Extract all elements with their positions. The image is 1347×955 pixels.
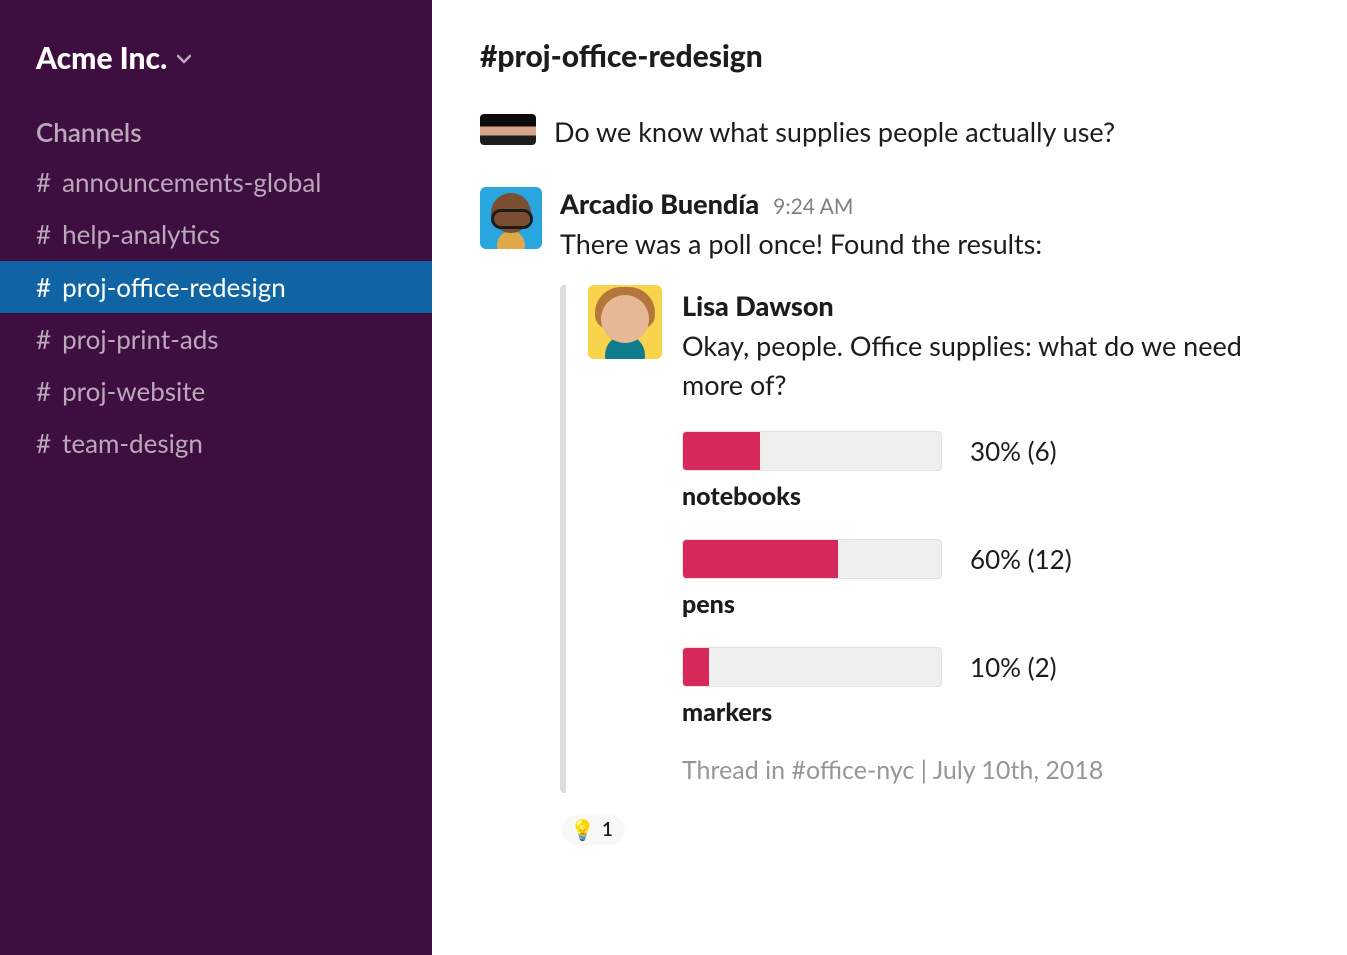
channel-item-proj-website[interactable]: # proj-website bbox=[0, 365, 432, 417]
attachment-footer[interactable]: Thread in #office-nyc | July 10th, 2018 bbox=[682, 755, 1299, 785]
channel-title: #proj-office-redesign bbox=[480, 38, 1299, 74]
hash-icon: # bbox=[36, 371, 51, 411]
channel-item-help-analytics[interactable]: # help-analytics bbox=[0, 208, 432, 260]
message-text: Do we know what supplies people actually… bbox=[554, 114, 1115, 149]
channel-item-proj-office-redesign[interactable]: # proj-office-redesign bbox=[0, 261, 432, 313]
attachment-content: Lisa Dawson Okay, people. Office supplie… bbox=[682, 285, 1299, 792]
poll-bar bbox=[682, 539, 942, 579]
chevron-down-icon bbox=[177, 50, 191, 67]
channel-name: announcements-global bbox=[62, 162, 321, 202]
attachment-text: Okay, people. Office supplies: what do w… bbox=[682, 326, 1299, 404]
poll-value: 10% (2) bbox=[970, 651, 1057, 683]
poll-bar bbox=[682, 647, 942, 687]
workspace-name: Acme Inc. bbox=[36, 40, 167, 76]
workspace-switcher[interactable]: Acme Inc. bbox=[0, 30, 432, 106]
poll-fill bbox=[683, 540, 838, 578]
bulb-icon: 💡 bbox=[570, 818, 595, 842]
poll-bar bbox=[682, 431, 942, 471]
message-timestamp[interactable]: 9:24 AM bbox=[773, 194, 853, 219]
message-attachment: Lisa Dawson Okay, people. Office supplie… bbox=[560, 285, 1299, 792]
reaction-count: 1 bbox=[602, 818, 613, 841]
sidebar: Acme Inc. Channels # announcements-global… bbox=[0, 0, 432, 955]
hash-icon: # bbox=[36, 162, 51, 202]
hash-icon: # bbox=[36, 267, 51, 307]
poll-fill bbox=[683, 432, 760, 470]
channel-name: help-analytics bbox=[62, 214, 220, 254]
channel-name: proj-print-ads bbox=[62, 319, 218, 359]
avatar[interactable] bbox=[588, 285, 662, 359]
hash-icon: # bbox=[36, 214, 51, 254]
channel-item-announcements-global[interactable]: # announcements-global bbox=[0, 156, 432, 208]
poll-item-markers: 10% (2) markers bbox=[682, 647, 1299, 727]
hash-icon: # bbox=[36, 319, 51, 359]
poll-label: markers bbox=[682, 697, 1299, 727]
poll-fill bbox=[683, 648, 709, 686]
message-list: Do we know what supplies people actually… bbox=[480, 114, 1299, 935]
channel-item-proj-print-ads[interactable]: # proj-print-ads bbox=[0, 313, 432, 365]
main-content: #proj-office-redesign Do we know what su… bbox=[432, 0, 1347, 955]
message-item-previous: Do we know what supplies people actually… bbox=[480, 114, 1299, 149]
avatar[interactable] bbox=[480, 114, 536, 145]
channels-section-header: Channels bbox=[0, 106, 432, 156]
poll-label: pens bbox=[682, 589, 1299, 619]
message-header: Arcadio Buendía 9:24 AM bbox=[560, 187, 1299, 220]
channel-name: proj-website bbox=[62, 371, 205, 411]
channel-list: # announcements-global # help-analytics # p… bbox=[0, 156, 432, 470]
message-body: Arcadio Buendía 9:24 AM There was a poll… bbox=[560, 187, 1299, 844]
channel-name: proj-office-redesign bbox=[62, 267, 286, 307]
message-text: There was a poll once! Found the results… bbox=[560, 224, 1299, 263]
reaction-bulb[interactable]: 💡 1 bbox=[562, 815, 625, 845]
channel-name: team-design bbox=[62, 423, 203, 463]
channel-item-team-design[interactable]: # team-design bbox=[0, 417, 432, 469]
poll-label: notebooks bbox=[682, 481, 1299, 511]
poll-value: 60% (12) bbox=[970, 543, 1072, 575]
poll-value: 30% (6) bbox=[970, 435, 1057, 467]
poll-item-pens: 60% (12) pens bbox=[682, 539, 1299, 619]
avatar[interactable] bbox=[480, 187, 542, 249]
reactions: 💡 1 bbox=[562, 815, 1299, 845]
message-item: Arcadio Buendía 9:24 AM There was a poll… bbox=[480, 187, 1299, 844]
poll-item-notebooks: 30% (6) notebooks bbox=[682, 431, 1299, 511]
attachment-author[interactable]: Lisa Dawson bbox=[682, 289, 1299, 322]
hash-icon: # bbox=[36, 423, 51, 463]
message-author[interactable]: Arcadio Buendía bbox=[560, 187, 759, 220]
